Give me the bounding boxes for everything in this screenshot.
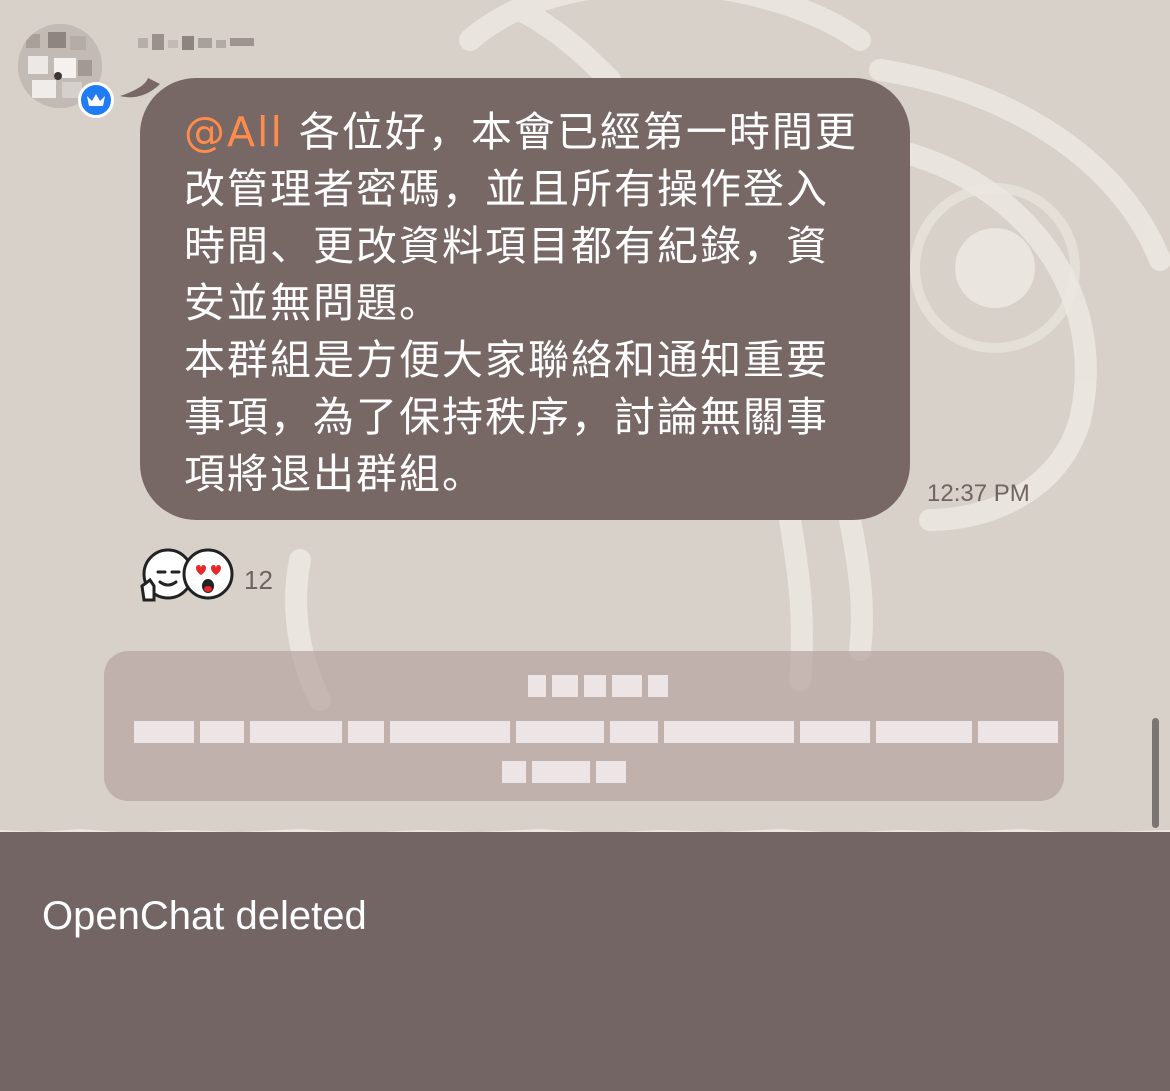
mention-all[interactable]: @All (184, 108, 284, 156)
openchat-status: OpenChat deleted (42, 894, 367, 938)
message-bubble[interactable]: @All 各位好，本會已經第一時間更改管理者密碼，並且所有操作登入時間、更改資料… (140, 78, 910, 520)
sender-avatar[interactable] (18, 24, 114, 120)
sender-name (138, 28, 268, 58)
footer-panel: OpenChat deleted (0, 832, 1170, 1091)
system-message-line-1-pixelated (528, 675, 668, 697)
message-text: @All 各位好，本會已經第一時間更改管理者密碼，並且所有操作登入時間、更改資料… (184, 104, 866, 503)
message-body: 各位好，本會已經第一時間更改管理者密碼，並且所有操作登入時間、更改資料項目都有紀… (184, 108, 858, 498)
sender-name-pixelated (138, 34, 254, 50)
crown-icon (78, 82, 114, 118)
message-timestamp: 12:37 PM (927, 480, 1030, 507)
system-message (104, 651, 1064, 801)
reaction-count: 12 (244, 565, 273, 595)
reactions-bar[interactable]: 12 (138, 546, 298, 608)
scrollbar-thumb[interactable] (1152, 718, 1159, 828)
system-message-line-2-pixelated (134, 721, 1058, 743)
heart-eyes-sticker-icon (182, 548, 234, 600)
system-message-line-3-pixelated (502, 761, 626, 783)
